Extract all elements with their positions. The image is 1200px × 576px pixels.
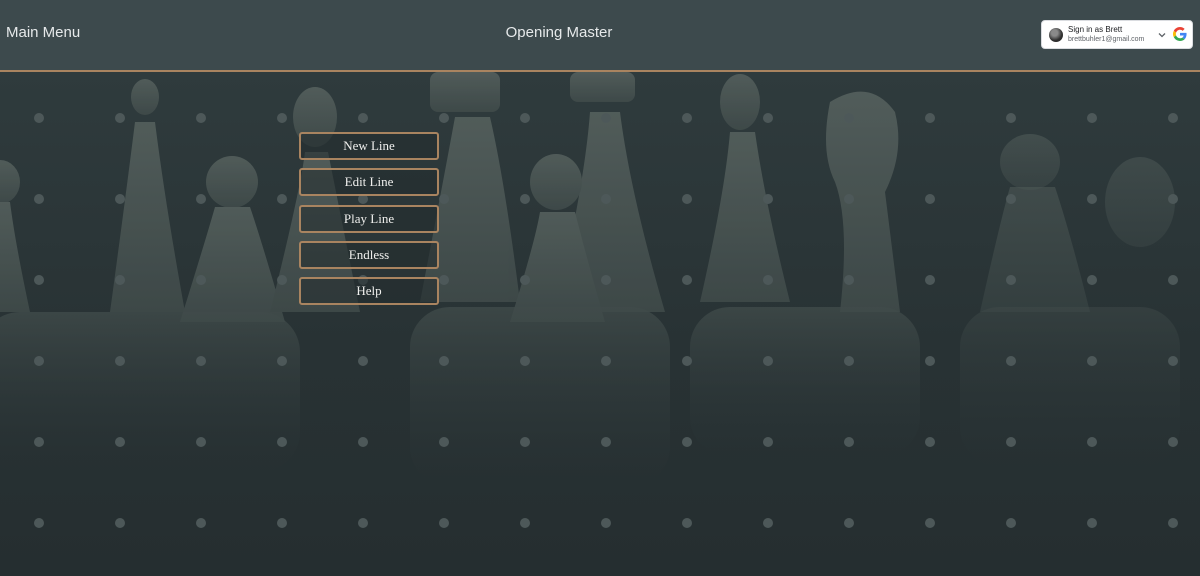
signin-email: brettbuhler1@gmail.com: [1068, 36, 1145, 43]
dot-grid: [0, 72, 1200, 576]
user-avatar-icon: [1049, 28, 1063, 42]
google-signin-button[interactable]: Sign in as Brett brettbuhler1@gmail.com: [1041, 20, 1193, 49]
google-g-icon: [1173, 27, 1187, 41]
new-line-button[interactable]: New Line: [299, 132, 439, 160]
top-bar: Main Menu Opening Master Sign in as Bret…: [0, 0, 1200, 72]
play-line-button[interactable]: Play Line: [299, 205, 439, 233]
help-button[interactable]: Help: [299, 277, 439, 305]
app-title: Opening Master: [505, 24, 613, 41]
endless-button[interactable]: Endless: [299, 241, 439, 269]
chess-pieces-background: [0, 72, 1200, 576]
background-art: [0, 72, 1200, 576]
edit-line-button[interactable]: Edit Line: [299, 168, 439, 196]
signin-title: Sign in as Brett: [1068, 25, 1123, 34]
chevron-down-icon: [1158, 33, 1166, 38]
